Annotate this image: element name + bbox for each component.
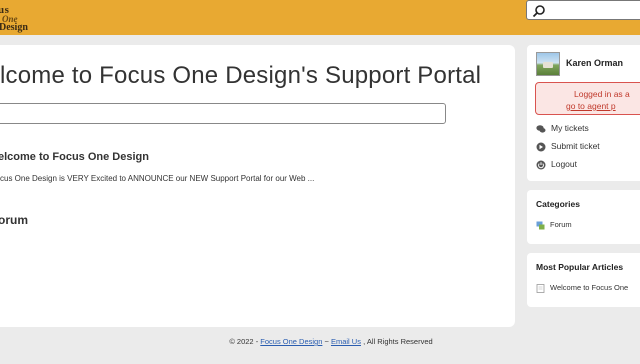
document-icon — [536, 284, 545, 293]
forum-section-heading[interactable]: orum — [0, 213, 28, 227]
user-panel: Karen Orman Logged in as a go to agent p… — [527, 45, 640, 181]
knowledge-search-input[interactable] — [0, 103, 446, 124]
popular-articles-panel: Most Popular Articles Welcome to Focus O… — [527, 253, 640, 307]
footer-email-link[interactable]: Email Us — [331, 337, 361, 346]
search-icon[interactable] — [532, 4, 546, 18]
alert-text: Logged in as a — [574, 89, 630, 99]
nav-label: My tickets — [551, 123, 589, 133]
footer-rights: , All Rights Reserved — [360, 337, 433, 346]
logo-line-3: Design — [0, 22, 28, 33]
chat-bubbles-icon — [536, 125, 546, 133]
power-icon — [536, 160, 546, 170]
nav-label: Logout — [551, 159, 577, 169]
article-title-link[interactable]: elcome to Focus One Design — [0, 151, 149, 163]
footer: © 2022 - Focus One Design ~ Email Us , A… — [0, 337, 640, 346]
article-label: Welcome to Focus One — [550, 283, 629, 292]
header-search-input[interactable] — [526, 0, 640, 20]
footer-separator: ~ — [322, 337, 331, 346]
category-label: Forum — [550, 220, 572, 229]
categories-title: Categories — [536, 199, 580, 209]
agent-panel-link[interactable]: go to agent p — [566, 101, 616, 111]
arrow-right-circle-icon — [536, 142, 546, 152]
footer-company-link[interactable]: Focus One Design — [260, 337, 322, 346]
top-bar: us One Design — [0, 0, 640, 35]
avatar — [536, 52, 560, 76]
user-name: Karen Orman — [566, 58, 624, 68]
nav-label: Submit ticket — [551, 141, 600, 151]
forum-icon — [536, 221, 545, 230]
article-excerpt: cus One Design is VERY Excited to ANNOUN… — [0, 174, 315, 183]
page-title: lcome to Focus One Design's Support Port… — [0, 62, 482, 89]
categories-panel: Categories Forum — [527, 190, 640, 244]
footer-copyright: © 2022 - — [229, 337, 261, 346]
logo[interactable]: us One Design — [0, 2, 40, 34]
agent-alert: Logged in as a go to agent p — [535, 82, 640, 115]
popular-articles-title: Most Popular Articles — [536, 262, 624, 272]
